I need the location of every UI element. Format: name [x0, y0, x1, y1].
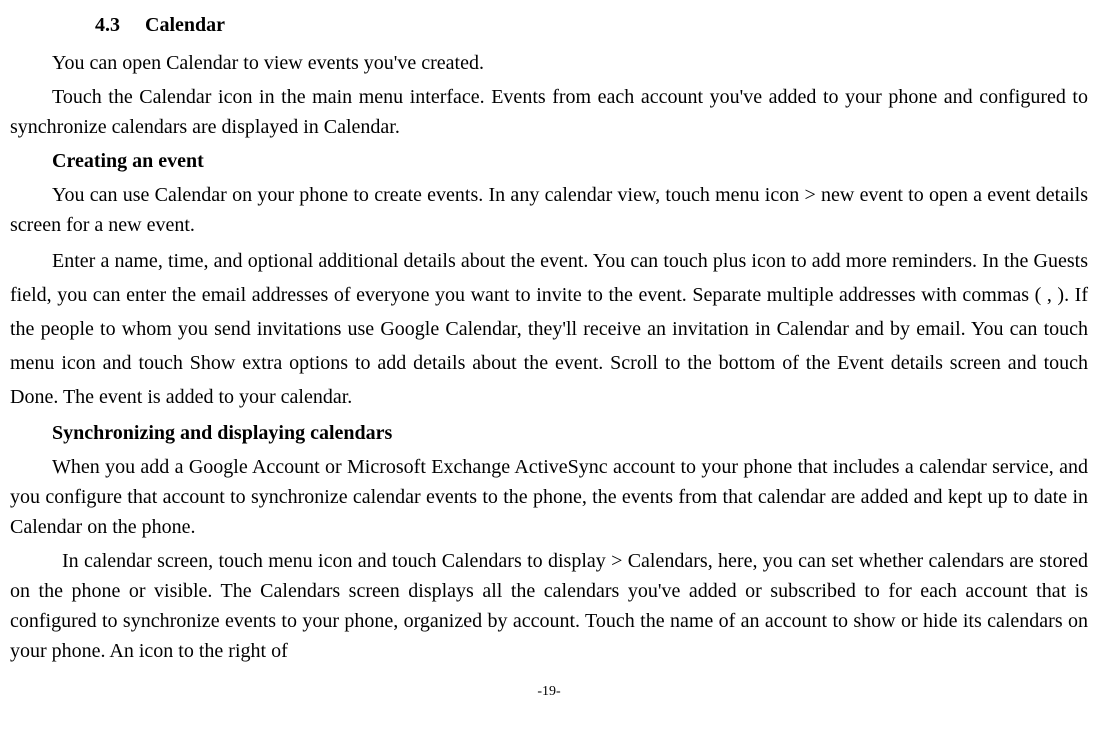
- subheading-creating-event: Creating an event: [10, 146, 1088, 176]
- section-heading: 4.3 Calendar: [95, 10, 1088, 40]
- page-number: -19-: [10, 681, 1088, 702]
- paragraph-sync-2: In calendar screen, touch menu icon and …: [10, 546, 1088, 666]
- paragraph-intro-2: Touch the Calendar icon in the main menu…: [10, 82, 1088, 142]
- paragraph-intro-1: You can open Calendar to view events you…: [10, 48, 1088, 78]
- paragraph-creating-1: You can use Calendar on your phone to cr…: [10, 180, 1088, 240]
- section-number: 4.3: [95, 14, 120, 36]
- paragraph-creating-2: Enter a name, time, and optional additio…: [10, 244, 1088, 414]
- subheading-sync: Synchronizing and displaying calendars: [10, 418, 1088, 448]
- section-title: Calendar: [145, 14, 225, 36]
- paragraph-sync-1: When you add a Google Account or Microso…: [10, 452, 1088, 542]
